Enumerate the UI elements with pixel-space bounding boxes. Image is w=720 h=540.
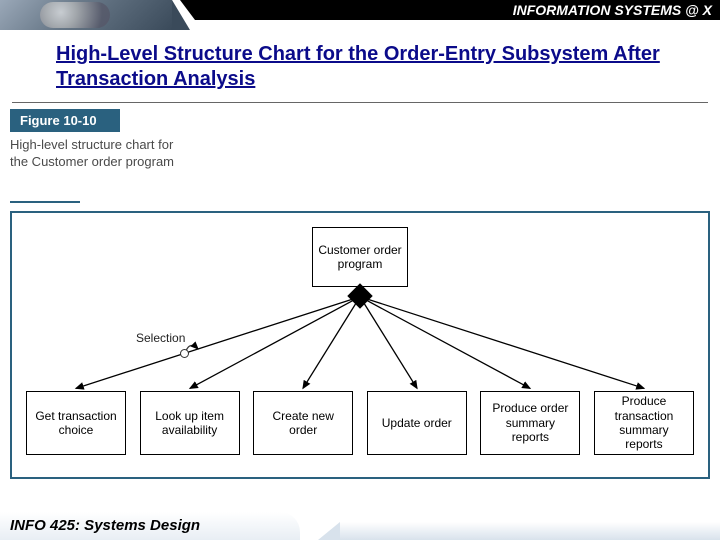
- slide-footer: INFO 425: Systems Design: [0, 510, 720, 540]
- child-module-box: Produce transaction summary reports: [594, 391, 694, 455]
- brand-bar: INFORMATION SYSTEMS @ X: [195, 0, 720, 20]
- slide-title: High-Level Structure Chart for the Order…: [56, 42, 680, 92]
- slide-header: INFORMATION SYSTEMS @ X: [0, 0, 720, 30]
- course-label: INFO 425: Systems Design: [0, 512, 300, 540]
- figure-area: Figure 10-10 High-level structure chart …: [10, 109, 710, 489]
- selection-label: Selection: [136, 331, 185, 345]
- handshake-icon: [40, 2, 110, 28]
- child-module-box: Create new order: [253, 391, 353, 455]
- selection-data-couple-icon: [180, 349, 189, 358]
- child-module-box: Look up item availability: [140, 391, 240, 455]
- figure-caption-rule: [10, 201, 80, 203]
- child-module-box: Get transaction choice: [26, 391, 126, 455]
- footer-decor-right: [340, 522, 720, 540]
- title-underline-rule: [12, 102, 708, 103]
- figure-label: Figure 10-10: [10, 109, 120, 132]
- child-module-box: Produce order summary reports: [480, 391, 580, 455]
- child-module-box: Update order: [367, 391, 467, 455]
- header-decor-left: [0, 0, 180, 30]
- structure-chart: Customer order program Selection Get tra…: [10, 211, 710, 479]
- transaction-center-diamond-icon: [347, 283, 372, 308]
- root-module-box: Customer order program: [312, 227, 408, 287]
- figure-caption: High-level structure chart for the Custo…: [10, 137, 190, 171]
- child-module-row: Get transaction choice Look up item avai…: [12, 391, 708, 455]
